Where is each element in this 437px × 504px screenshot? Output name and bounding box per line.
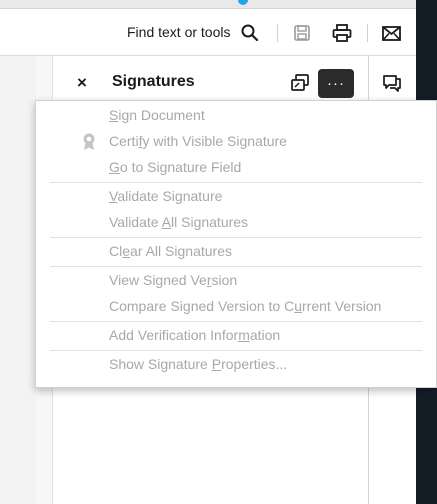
ribbon-badge-icon — [80, 132, 98, 152]
menu-item-certify-visible-signature[interactable]: Certify with Visible Signature — [109, 133, 287, 149]
close-panel-button[interactable]: × — [77, 73, 87, 93]
menu-separator — [50, 266, 422, 267]
more-options-button[interactable]: ··· — [318, 69, 354, 98]
status-dot — [238, 0, 248, 5]
menu-item-go-to-signature-field[interactable]: Go to Signature Field — [109, 159, 241, 175]
top-toolbar: Find text or tools — [0, 9, 416, 56]
comment-icon[interactable] — [381, 72, 403, 94]
title-strip — [0, 0, 437, 9]
print-icon[interactable] — [330, 21, 354, 45]
menu-item-validate-all-signatures[interactable]: Validate All Signatures — [109, 214, 248, 230]
menu-item-clear-all-signatures[interactable]: Clear All Signatures — [109, 243, 232, 259]
find-text-tools-label[interactable]: Find text or tools — [127, 24, 231, 40]
menu-item-view-signed-version[interactable]: View Signed Version — [109, 272, 237, 288]
search-icon[interactable] — [238, 21, 262, 45]
panel-title: Signatures — [112, 73, 195, 90]
menu-separator — [50, 350, 422, 351]
menu-item-show-signature-properties[interactable]: Show Signature Properties... — [109, 356, 287, 372]
menu-item-add-verification-information[interactable]: Add Verification Information — [109, 327, 280, 343]
menu-separator — [50, 321, 422, 322]
signatures-options-menu: Sign Document Certify with Visible Signa… — [35, 100, 437, 388]
toolbar-separator — [277, 24, 278, 42]
menu-item-validate-signature[interactable]: Validate Signature — [109, 188, 222, 204]
save-icon[interactable] — [290, 21, 314, 45]
toolbar-separator — [367, 24, 368, 42]
document-left-pane — [0, 56, 53, 504]
expand-panel-icon[interactable] — [289, 72, 311, 94]
menu-item-sign-document[interactable]: Sign Document — [109, 107, 205, 123]
email-icon[interactable] — [379, 21, 403, 45]
menu-item-compare-signed-version[interactable]: Compare Signed Version to Current Versio… — [109, 298, 381, 314]
menu-separator — [50, 182, 422, 183]
menu-separator — [50, 237, 422, 238]
